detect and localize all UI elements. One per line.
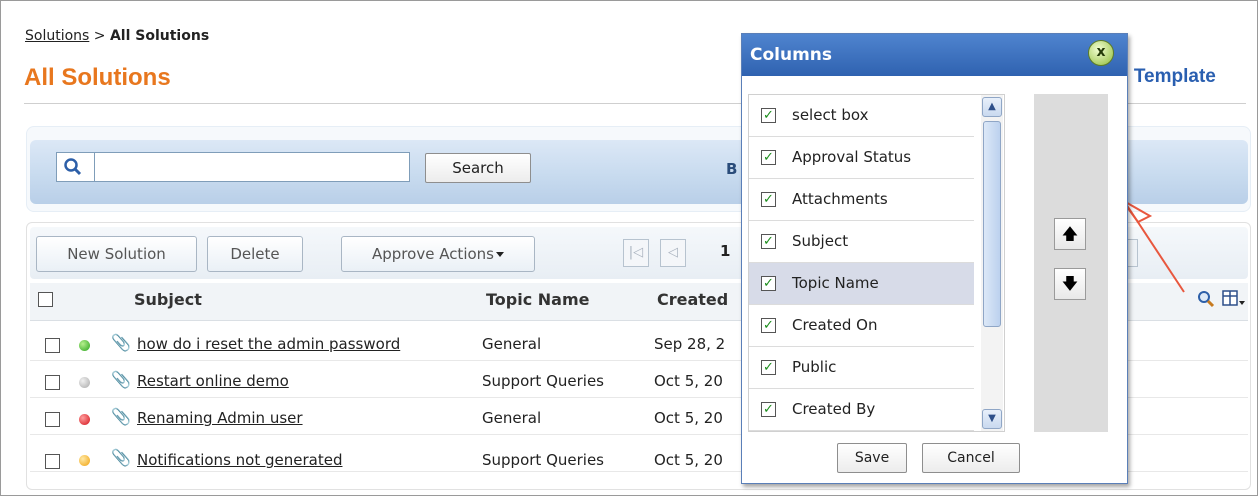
first-page-icon[interactable]: |◁ — [623, 239, 649, 267]
delete-button[interactable]: Delete — [207, 236, 303, 272]
move-up-icon[interactable]: 🡅 — [1054, 218, 1086, 250]
column-item-label: Topic Name — [792, 274, 879, 292]
breadcrumb-separator: > — [93, 28, 106, 44]
row-subject-link[interactable]: how do i reset the admin password — [137, 335, 400, 353]
template-link[interactable]: s Template — [1118, 66, 1216, 88]
column-checkbox[interactable]: ✓ — [761, 402, 776, 417]
breadcrumb-current: All Solutions — [109, 28, 210, 44]
column-item-public[interactable]: ✓ Public — [749, 347, 974, 389]
row-checkbox[interactable] — [45, 412, 60, 427]
header-topic-name[interactable]: Topic Name — [486, 290, 589, 309]
column-checkbox[interactable]: ✓ — [761, 276, 776, 291]
attachment-icon: 📎 — [111, 333, 131, 352]
search-input[interactable] — [97, 154, 407, 180]
column-item-approval-status[interactable]: ✓ Approval Status — [749, 137, 974, 179]
page-title: All Solutions — [24, 64, 171, 91]
search-icon[interactable] — [1196, 289, 1216, 313]
scroll-thumb[interactable] — [983, 121, 1001, 327]
status-red-icon — [79, 414, 90, 425]
breadcrumb: Solutions > All Solutions — [25, 28, 209, 44]
breadcrumb-solutions-link[interactable]: Solutions — [25, 28, 89, 44]
column-checkbox[interactable]: ✓ — [761, 318, 776, 333]
chevron-down-icon — [496, 252, 504, 257]
attachment-icon: 📎 — [111, 448, 131, 467]
status-gray-icon — [79, 377, 90, 388]
column-checkbox[interactable]: ✓ — [761, 150, 776, 165]
column-item-label: Created On — [792, 316, 878, 334]
column-item-topic-name[interactable]: ✓ Topic Name — [749, 263, 974, 305]
new-solution-button[interactable]: New Solution — [36, 236, 197, 272]
row-created: Oct 5, 20 — [654, 409, 723, 427]
row-checkbox[interactable] — [45, 338, 60, 353]
columns-chooser-icon[interactable] — [1222, 289, 1246, 315]
column-item-select-box[interactable]: ✓ select box — [749, 95, 974, 137]
column-item-label: Approval Status — [792, 148, 912, 166]
scroll-up-icon[interactable]: ▲ — [982, 97, 1002, 117]
close-icon[interactable]: x — [1088, 40, 1114, 66]
column-checkbox[interactable]: ✓ — [761, 192, 776, 207]
row-topic: General — [482, 335, 542, 353]
column-item-created-by[interactable]: ✓ Created By — [749, 389, 974, 431]
row-topic: Support Queries — [482, 372, 604, 390]
page-number: 1 — [720, 242, 731, 260]
column-item-subject[interactable]: ✓ Subject — [749, 221, 974, 263]
header-created[interactable]: Created — [657, 290, 728, 309]
attachment-icon: 📎 — [111, 370, 131, 389]
search-button[interactable]: Search — [425, 153, 531, 183]
reorder-pane: 🡅 🡇 — [1034, 94, 1108, 432]
column-item-label: Created By — [792, 400, 876, 418]
column-item-label: Attachments — [792, 190, 888, 208]
approve-actions-label: Approve Actions — [372, 245, 494, 263]
column-item-label: Public — [792, 358, 837, 376]
scroll-down-icon[interactable]: ▼ — [982, 409, 1002, 429]
header-subject[interactable]: Subject — [134, 290, 202, 309]
columns-dialog: Columns x ✓ select box ✓ Approval Status… — [741, 33, 1128, 484]
status-green-icon — [79, 340, 90, 351]
cancel-button[interactable]: Cancel — [922, 443, 1020, 473]
search-box[interactable] — [56, 152, 410, 182]
row-checkbox[interactable] — [45, 454, 60, 469]
search-icon — [57, 153, 95, 181]
move-down-icon[interactable]: 🡇 — [1054, 268, 1086, 300]
column-list: ✓ select box ✓ Approval Status ✓ Attachm… — [748, 94, 1005, 432]
row-topic: Support Queries — [482, 451, 604, 469]
column-checkbox[interactable]: ✓ — [761, 234, 776, 249]
row-subject-link[interactable]: Notifications not generated — [137, 451, 342, 469]
row-created: Oct 5, 20 — [654, 372, 723, 390]
column-checkbox[interactable]: ✓ — [761, 360, 776, 375]
list-scrollbar[interactable]: ▲ ▼ — [981, 95, 1003, 431]
column-item-label: select box — [792, 106, 869, 124]
column-checkbox[interactable]: ✓ — [761, 108, 776, 123]
row-created: Sep 28, 2 — [654, 335, 726, 353]
row-checkbox[interactable] — [45, 375, 60, 390]
column-item-label: Subject — [792, 232, 849, 250]
row-created: Oct 5, 20 — [654, 451, 723, 469]
status-yellow-icon — [79, 455, 90, 466]
partial-label: B — [726, 160, 738, 178]
previous-page-icon[interactable]: ◁ — [660, 239, 686, 267]
select-all-checkbox[interactable] — [38, 292, 53, 307]
row-subject-link[interactable]: Renaming Admin user — [137, 409, 303, 427]
approve-actions-button[interactable]: Approve Actions — [341, 236, 535, 272]
column-item-attachments[interactable]: ✓ Attachments — [749, 179, 974, 221]
save-button[interactable]: Save — [837, 443, 907, 473]
column-item-created-on[interactable]: ✓ Created On — [749, 305, 974, 347]
attachment-icon: 📎 — [111, 407, 131, 426]
dialog-title: Columns — [742, 34, 1127, 76]
row-subject-link[interactable]: Restart online demo — [137, 372, 289, 390]
row-topic: General — [482, 409, 542, 427]
